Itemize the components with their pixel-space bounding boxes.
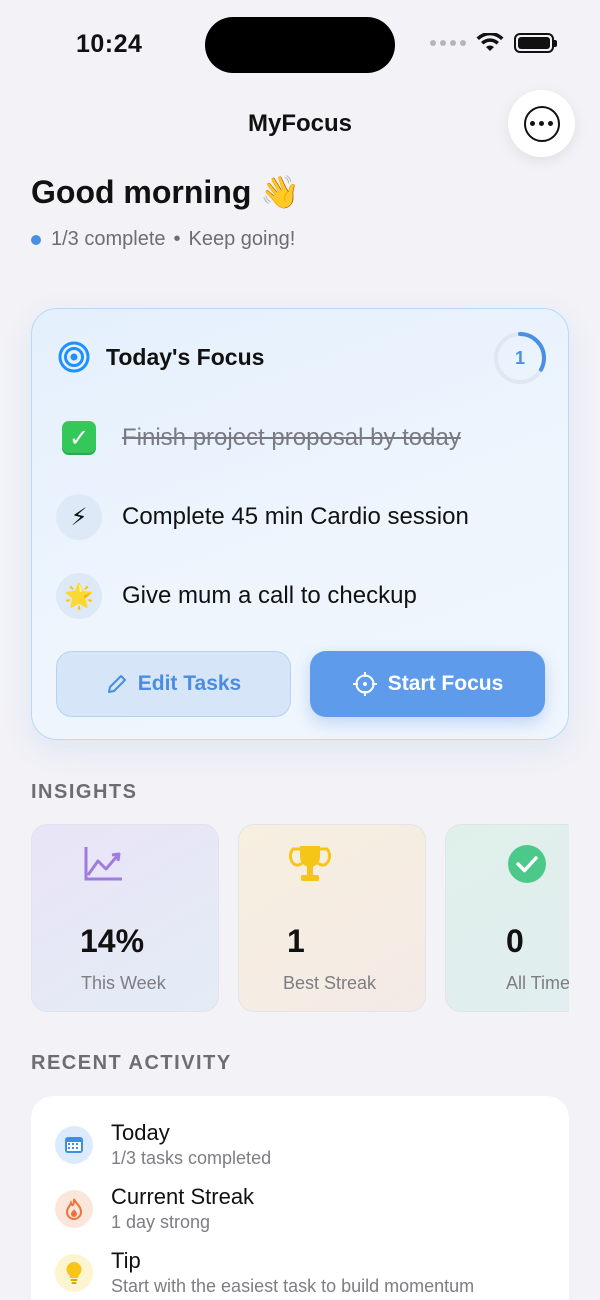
insight-card-best-streak[interactable]: 1 Best Streak <box>238 824 426 1012</box>
insight-value: 1 <box>287 923 305 959</box>
task-item[interactable]: 🌟 Give mum a call to checkup <box>56 573 417 619</box>
insights-heading: INSIGHTS <box>31 781 138 803</box>
insight-label: Best Streak <box>283 973 377 993</box>
pencil-icon <box>106 673 128 695</box>
lightning-icon: ⚡ <box>56 494 102 540</box>
flame-icon <box>55 1190 93 1228</box>
insight-value: 0 <box>506 923 524 959</box>
activity-subtitle: 1/3 tasks completed <box>111 1148 272 1168</box>
task-item[interactable]: ⚡ Complete 45 min Cardio session <box>56 494 469 540</box>
insight-label: This Week <box>81 973 166 993</box>
insights-carousel[interactable]: 14% This Week 1 Best Streak 0 All Time <box>31 824 569 1014</box>
checkmark-box-icon: ✓ <box>56 415 102 461</box>
focus-card-title: Today's Focus <box>106 343 265 370</box>
status-time: 10:24 <box>76 30 143 58</box>
more-button[interactable] <box>508 90 575 157</box>
status-bar: 10:24 <box>0 0 600 90</box>
greeting-heading: Good morning 👋 <box>31 174 301 210</box>
dynamic-island <box>205 17 395 73</box>
target-icon <box>58 341 90 373</box>
insight-card-this-week[interactable]: 14% This Week <box>31 824 219 1012</box>
recent-activity-card: Today 1/3 tasks completed Current Streak… <box>31 1096 569 1300</box>
status-dot-icon <box>31 234 41 245</box>
activity-title: Current Streak <box>111 1184 255 1209</box>
insight-card-all-time[interactable]: 0 All Time <box>445 824 569 1012</box>
task-text: Give mum a call to checkup <box>122 582 417 609</box>
progress-count: 1/3 complete <box>51 228 166 250</box>
completed-count: 1 <box>514 347 525 368</box>
ellipsis-circle-icon <box>523 105 560 142</box>
activity-subtitle: Start with the easiest task to build mom… <box>111 1276 475 1296</box>
battery-icon <box>514 33 557 53</box>
calendar-icon <box>55 1126 93 1164</box>
progress-message: Keep going! <box>188 228 296 250</box>
activity-title: Today <box>111 1120 170 1145</box>
wifi-icon <box>476 33 504 51</box>
start-focus-label: Start Focus <box>387 672 504 695</box>
activity-subtitle: 1 day strong <box>111 1212 211 1232</box>
star-icon: 🌟 <box>56 573 102 619</box>
separator: • <box>173 228 181 250</box>
insight-value: 14% <box>80 923 145 959</box>
crosshair-icon <box>352 671 378 697</box>
progress-summary: 1/3 complete • Keep going! <box>31 228 295 251</box>
todays-focus-card: Today's Focus 1 ✓ Finish project proposa… <box>31 308 569 740</box>
chart-line-icon <box>84 847 122 881</box>
start-focus-button[interactable]: Start Focus <box>310 651 545 717</box>
task-item[interactable]: ✓ Finish project proposal by today <box>56 415 461 461</box>
task-text: Finish project proposal by today <box>122 424 461 451</box>
checkmark-circle-icon <box>508 845 546 883</box>
insight-label: All Time <box>506 973 569 993</box>
edit-tasks-button[interactable]: Edit Tasks <box>56 651 291 717</box>
activity-title: Tip <box>111 1248 141 1273</box>
task-text: Complete 45 min Cardio session <box>122 503 469 530</box>
focus-card-header: Today's Focus <box>58 341 264 373</box>
activity-item-tip[interactable]: Tip Start with the easiest task to build… <box>55 1248 474 1298</box>
trophy-icon <box>289 846 331 881</box>
status-icons <box>430 33 557 53</box>
lightbulb-icon <box>55 1254 93 1292</box>
recent-activity-heading: RECENT ACTIVITY <box>31 1052 232 1074</box>
signal-icon <box>430 40 466 46</box>
activity-item-today[interactable]: Today 1/3 tasks completed <box>55 1120 271 1170</box>
edit-tasks-label: Edit Tasks <box>137 672 242 695</box>
activity-item-streak[interactable]: Current Streak 1 day strong <box>55 1184 254 1234</box>
